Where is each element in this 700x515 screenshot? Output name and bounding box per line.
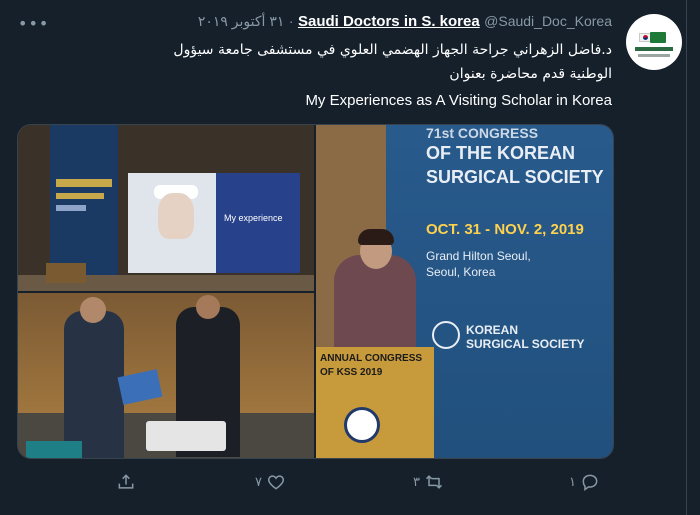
saudi-flag-icon xyxy=(650,32,666,43)
tweet-card[interactable]: ••• Saudi Doctors in S. korea @Saudi_Doc… xyxy=(0,0,700,515)
handle[interactable]: @Saudi_Doc_Korea xyxy=(484,13,612,29)
banner-text: SURGICAL SOCIETY xyxy=(426,167,604,187)
banner-venue: Grand Hilton Seoul, xyxy=(426,249,531,263)
podium-text: OF KSS 2019 xyxy=(320,367,383,378)
society-seal-icon xyxy=(344,407,380,443)
podium-text: ANNUAL CONGRESS xyxy=(320,353,423,364)
reply-icon xyxy=(582,474,598,491)
banner-society: SURGICAL SOCIETY xyxy=(466,337,585,351)
tweet-text-line-3: My Experiences as A Visiting Scholar in … xyxy=(305,92,612,109)
photo-lecture-slide[interactable]: My experience xyxy=(18,125,314,291)
projection-screen: My experience xyxy=(128,173,300,273)
slide-panel xyxy=(216,173,300,273)
projector xyxy=(146,421,226,451)
banner-dates: OCT. 31 - NOV. 2, 2019 xyxy=(426,221,584,238)
banner-text: 71st CONGRESS xyxy=(426,125,539,141)
kss-emblem-icon xyxy=(432,321,460,349)
slide-title: My experience xyxy=(224,213,283,223)
share-icon xyxy=(118,474,134,489)
congress-banner-small xyxy=(50,125,118,283)
slide-portrait xyxy=(158,193,194,239)
banner-society: KOREAN xyxy=(466,323,519,337)
separator-dot: · xyxy=(288,13,294,29)
heart-icon xyxy=(267,475,284,490)
like-button[interactable]: ٧ xyxy=(255,472,286,492)
banner-text: OF THE KOREAN xyxy=(426,143,576,163)
person-left xyxy=(64,297,124,458)
tweet-text-line-2: الوطنية قدم محاضرة بعنوان xyxy=(449,66,612,82)
banner-stripe xyxy=(56,205,86,211)
media-grid[interactable]: My experience 71st CONGRESS OF THE KOREA… xyxy=(17,124,614,459)
reply-count: ١ xyxy=(569,474,576,490)
timeline-divider xyxy=(686,0,687,515)
more-icon[interactable]: ••• xyxy=(18,16,49,32)
banner-venue: Seoul, Korea xyxy=(426,265,496,279)
tweet-date[interactable]: ٣١ أكتوبر ٢٠١٩ xyxy=(198,13,285,29)
table xyxy=(26,441,82,458)
reply-button[interactable]: ١ xyxy=(569,472,600,492)
head xyxy=(80,297,106,323)
photo-speaker-podium[interactable]: 71st CONGRESS OF THE KOREAN SURGICAL SOC… xyxy=(316,125,613,458)
retweet-count: ٣ xyxy=(413,474,420,490)
banner-stripe xyxy=(56,179,112,187)
display-name[interactable]: Saudi Doctors in S. korea xyxy=(298,13,480,30)
logo-submark xyxy=(638,54,670,57)
avatar[interactable] xyxy=(626,14,682,70)
share-button[interactable] xyxy=(116,472,136,492)
photo-handshake[interactable] xyxy=(18,293,314,458)
tweet-header: Saudi Doctors in S. korea @Saudi_Doc_Kor… xyxy=(198,13,612,30)
retweet-button[interactable]: ٣ xyxy=(413,472,444,492)
head xyxy=(196,295,220,319)
hair xyxy=(358,229,394,245)
tweet-text-line-1: د.فاضل الزهراني جراحة الجهاز الهضمي العل… xyxy=(173,42,612,58)
banner-stripe xyxy=(56,193,104,199)
logo-mark xyxy=(635,47,673,51)
wood-wall xyxy=(18,293,314,413)
like-count: ٧ xyxy=(255,474,262,490)
retweet-icon xyxy=(425,475,443,489)
podium: ANNUAL CONGRESS OF KSS 2019 xyxy=(316,347,434,458)
podium xyxy=(46,263,86,283)
